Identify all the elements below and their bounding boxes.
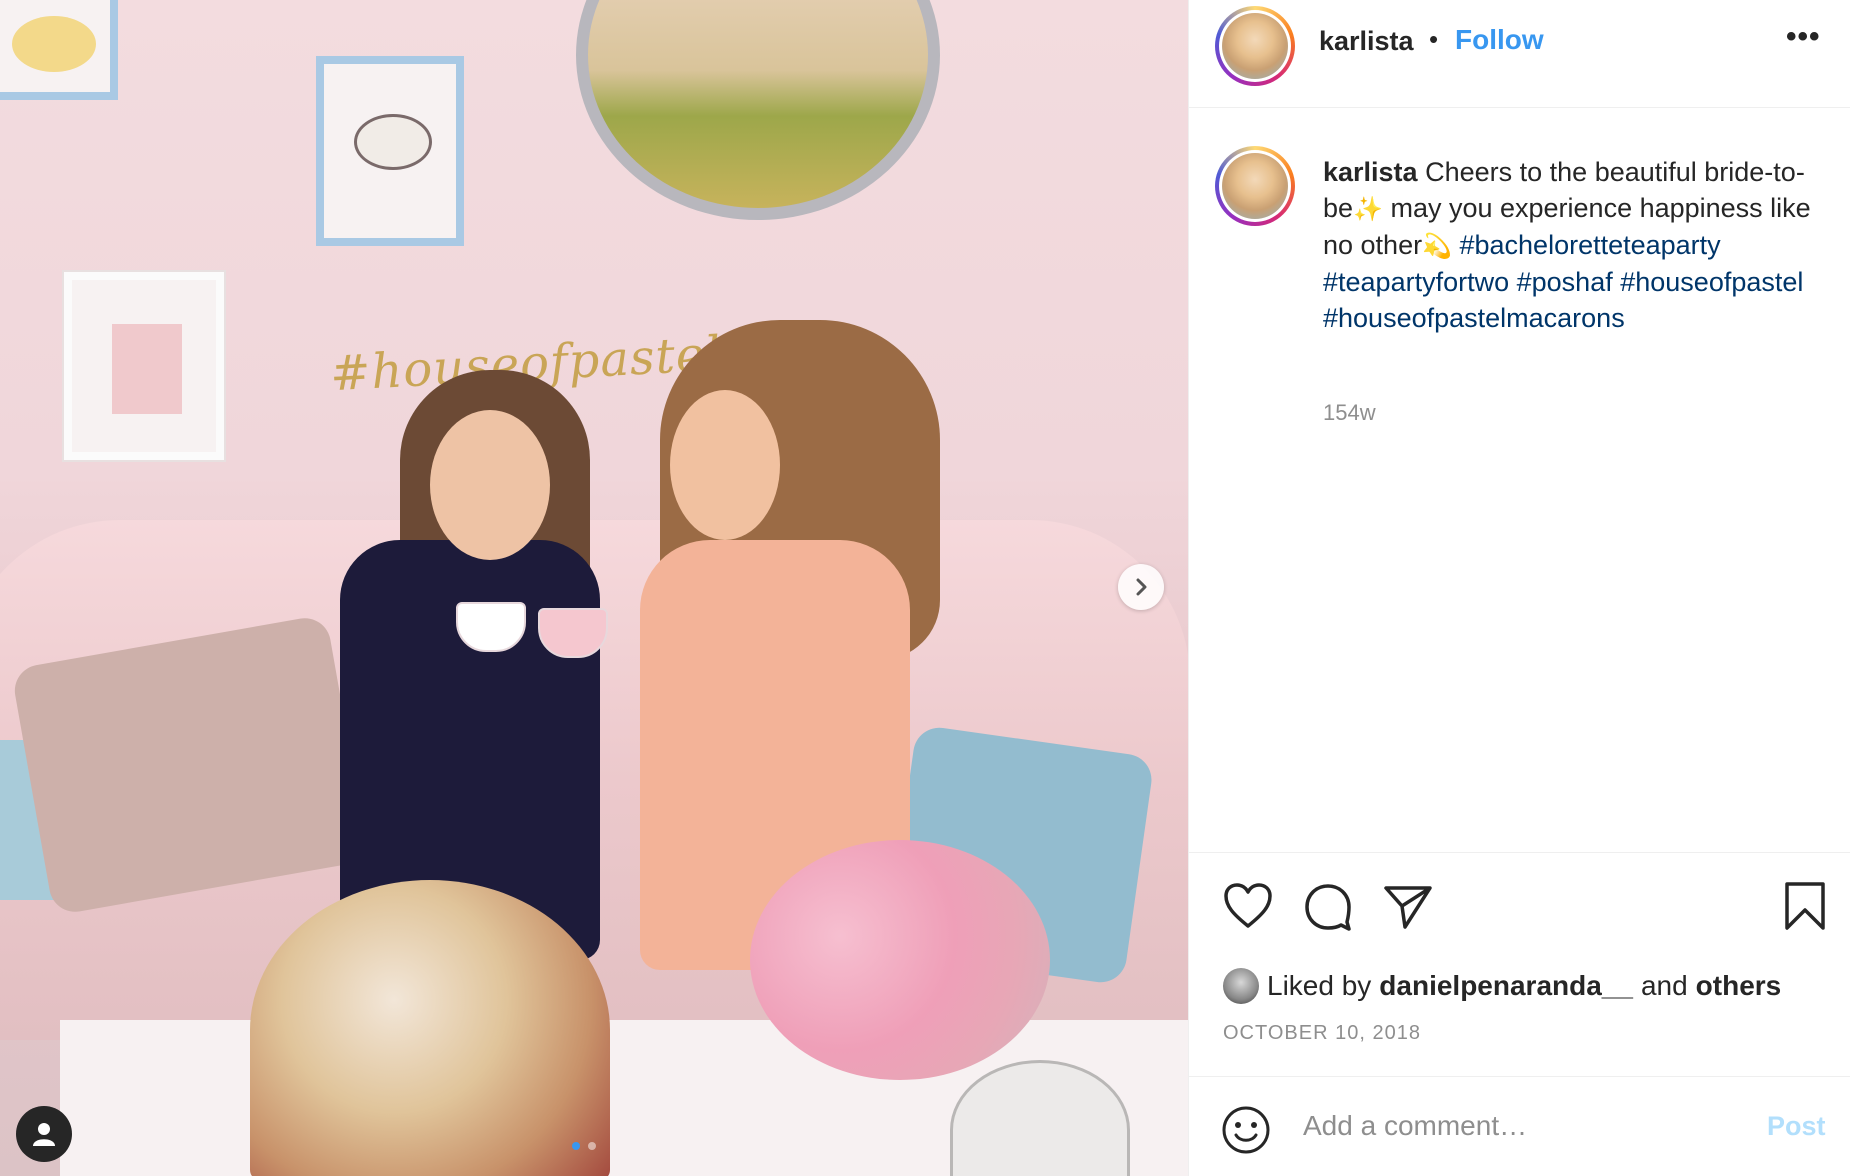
hashtag-link[interactable]: #poshaf <box>1517 267 1613 297</box>
teacup-left <box>456 602 526 652</box>
round-mirror-photo <box>576 0 940 220</box>
hashtag-link[interactable]: #houseofpastel <box>1620 267 1803 297</box>
header-username[interactable]: karlista <box>1319 26 1414 57</box>
avatar-image <box>1222 13 1288 79</box>
teacup-right <box>538 608 608 658</box>
framed-photo <box>112 324 182 414</box>
hashtag-link[interactable]: #teapartyfortwo <box>1323 267 1509 297</box>
caption: karlista Cheers to the beautiful bride-t… <box>1323 154 1833 336</box>
sparkles-emoji: ✨ <box>1353 195 1383 223</box>
likes-prefix: Liked by <box>1267 970 1372 1001</box>
caption-avatar[interactable] <box>1215 146 1295 226</box>
more-options-button[interactable]: ••• <box>1786 20 1821 54</box>
likes-connector: and <box>1640 970 1688 1001</box>
person-left-face <box>430 410 550 560</box>
user-icon <box>33 1123 55 1146</box>
caption-username[interactable]: karlista <box>1323 157 1418 187</box>
chevron-right-icon <box>1136 578 1147 596</box>
paper-plane-icon[interactable] <box>1383 884 1433 930</box>
post-date[interactable]: OCTOBER 10, 2018 <box>1223 1022 1421 1045</box>
person-right-face <box>670 390 780 540</box>
post-photo[interactable]: #houseofpastel <box>0 0 1188 1176</box>
avatar-image <box>1222 153 1288 219</box>
post-comment-button[interactable]: Post <box>1767 1111 1826 1142</box>
hashtag-link[interactable]: #bachelorette​teaparty <box>1459 230 1720 260</box>
carousel-next-button[interactable] <box>1118 564 1164 610</box>
macaron-image <box>12 16 96 72</box>
heart-icon[interactable] <box>1223 882 1273 930</box>
liker-username[interactable]: danielpenaranda__ <box>1379 970 1633 1002</box>
comment-bar: Post <box>1189 1076 1850 1176</box>
carousel-dot <box>588 1142 596 1150</box>
emoji-smile-icon[interactable] <box>1221 1105 1271 1155</box>
follow-button[interactable]: Follow <box>1455 24 1544 56</box>
wall-frame-macaron-2 <box>316 56 464 246</box>
carousel-indicator <box>572 1142 596 1150</box>
dizzy-emoji: 💫 <box>1422 232 1452 260</box>
post-header: karlista • Follow ••• <box>1189 0 1850 108</box>
actions-divider <box>1189 852 1850 854</box>
liker-avatar[interactable] <box>1223 968 1259 1004</box>
bookmark-icon[interactable] <box>1783 880 1827 932</box>
likes-others-link[interactable]: others <box>1696 970 1782 1002</box>
hashtag-link[interactable]: #houseofpastelmacarons <box>1323 303 1625 333</box>
tagged-users-button[interactable] <box>16 1106 72 1162</box>
wall-frame-macaron <box>0 0 118 100</box>
comment-input[interactable] <box>1301 1101 1745 1151</box>
macaron-image-2 <box>354 114 432 170</box>
dessert-stand <box>250 880 610 1176</box>
comment-icon[interactable] <box>1303 882 1353 932</box>
likes-summary: Liked by danielpenaranda__ and others <box>1223 966 1781 1006</box>
rose-bouquet <box>750 840 1050 1080</box>
post-sidebar: karlista • Follow ••• karlista Cheers to… <box>1188 0 1850 1176</box>
carousel-dot-active <box>572 1142 580 1150</box>
header-separator: • <box>1429 24 1439 54</box>
wall-frame-photo <box>64 272 224 460</box>
caption-age[interactable]: 154w <box>1323 400 1376 426</box>
profile-avatar[interactable] <box>1215 6 1295 86</box>
